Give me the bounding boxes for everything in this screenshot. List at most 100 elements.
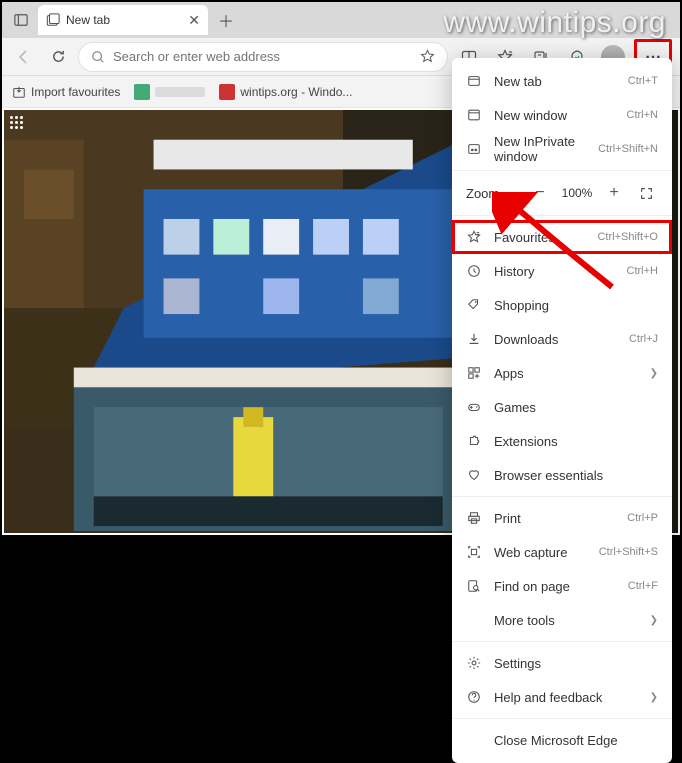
help-icon [466,689,482,705]
fullscreen-button[interactable] [634,181,658,205]
browser-window: New tab ✕ ＋ [0,0,682,537]
favicon-icon [219,84,235,100]
watermark: www.wintips.org [443,6,666,40]
menu-label: More tools [494,613,638,628]
search-icon [91,50,105,64]
menu-separator [452,718,672,719]
menu-label: Find on page [494,579,616,594]
menu-shortcut: Ctrl+T [628,75,658,87]
bookmark-blur [155,87,205,97]
menu-shortcut: Ctrl+F [628,580,658,592]
menu-label: Games [494,400,658,415]
menu-downloads[interactable]: Downloads Ctrl+J [452,322,672,356]
menu-favourites[interactable]: Favourites Ctrl+Shift+O [452,220,672,254]
menu-label: Apps [494,366,638,381]
favicon-icon [134,84,150,100]
newtab-icon [466,73,482,89]
history-icon [466,263,482,279]
settings-menu: New tab Ctrl+T New window Ctrl+N New InP… [452,58,672,763]
games-icon [466,399,482,415]
find-icon [466,578,482,594]
puzzle-icon [466,433,482,449]
menu-label: Settings [494,656,658,671]
menu-shortcut: Ctrl+H [627,265,658,277]
zoom-out-button[interactable]: − [528,181,552,205]
menu-new-tab[interactable]: New tab Ctrl+T [452,64,672,98]
print-icon [466,510,482,526]
menu-label: Print [494,511,615,526]
menu-label: Downloads [494,332,617,347]
chevron-right-icon: ❯ [650,692,658,703]
star-icon [466,229,482,245]
import-label: Import favourites [31,85,120,99]
menu-label: Extensions [494,434,658,449]
menu-capture[interactable]: Web capture Ctrl+Shift+S [452,535,672,569]
refresh-button[interactable] [44,43,72,71]
menu-shortcut: Ctrl+Shift+N [598,143,658,155]
bookmark-wintips[interactable]: wintips.org - Windo... [219,84,352,100]
menu-separator [452,496,672,497]
menu-label: Web capture [494,545,587,560]
blank-icon [466,612,482,628]
menu-shortcut: Ctrl+Shift+O [597,231,658,243]
import-favourites-button[interactable]: Import favourites [12,85,120,99]
menu-shortcut: Ctrl+J [629,333,658,345]
chevron-right-icon: ❯ [650,368,658,379]
menu-games[interactable]: Games [452,390,672,424]
close-tab-icon[interactable]: ✕ [188,12,200,29]
menu-label: New InPrivate window [494,134,586,164]
menu-zoom: Zoom − 100% + [452,175,672,211]
menu-label: Close Microsoft Edge [494,733,658,748]
drag-handle-icon[interactable] [10,116,23,129]
chevron-right-icon: ❯ [650,615,658,626]
menu-label: Shopping [494,298,658,313]
address-bar[interactable] [78,42,448,72]
menu-essentials[interactable]: Browser essentials [452,458,672,492]
menu-label: History [494,264,615,279]
menu-label: Help and feedback [494,690,638,705]
capture-icon [466,544,482,560]
menu-separator [452,215,672,216]
menu-new-window[interactable]: New window Ctrl+N [452,98,672,132]
menu-label: New tab [494,74,616,89]
apps-icon [466,365,482,381]
menu-inprivate[interactable]: New InPrivate window Ctrl+Shift+N [452,132,672,166]
menu-find[interactable]: Find on page Ctrl+F [452,569,672,603]
menu-separator [452,170,672,171]
active-tab[interactable]: New tab ✕ [38,5,208,35]
menu-label: Favourites [494,230,585,245]
zoom-in-button[interactable]: + [602,181,626,205]
menu-print[interactable]: Print Ctrl+P [452,501,672,535]
newtab-icon [46,13,60,27]
tab-actions-icon[interactable] [8,7,34,33]
back-button[interactable] [10,43,38,71]
zoom-value: 100% [560,186,594,200]
menu-separator [452,641,672,642]
menu-apps[interactable]: Apps ❯ [452,356,672,390]
menu-shopping[interactable]: Shopping [452,288,672,322]
menu-close-edge[interactable]: Close Microsoft Edge [452,723,672,757]
tag-icon [466,297,482,313]
menu-label: Browser essentials [494,468,658,483]
heart-pulse-icon [466,467,482,483]
menu-extensions[interactable]: Extensions [452,424,672,458]
new-tab-button[interactable]: ＋ [212,6,240,34]
blank-icon [466,732,482,748]
menu-shortcut: Ctrl+P [627,512,658,524]
address-input[interactable] [113,49,412,64]
gear-icon [466,655,482,671]
menu-settings[interactable]: Settings [452,646,672,680]
menu-more-tools[interactable]: More tools ❯ [452,603,672,637]
bookmark-label: wintips.org - Windo... [240,85,352,99]
zoom-label: Zoom [466,186,520,201]
star-icon[interactable] [420,49,435,64]
import-icon [12,85,26,99]
menu-history[interactable]: History Ctrl+H [452,254,672,288]
menu-help[interactable]: Help and feedback ❯ [452,680,672,714]
menu-shortcut: Ctrl+N [627,109,658,121]
window-icon [466,107,482,123]
bookmark-placeholder[interactable] [134,84,205,100]
tab-title: New tab [66,13,110,27]
menu-shortcut: Ctrl+Shift+S [599,546,658,558]
menu-label: New window [494,108,615,123]
